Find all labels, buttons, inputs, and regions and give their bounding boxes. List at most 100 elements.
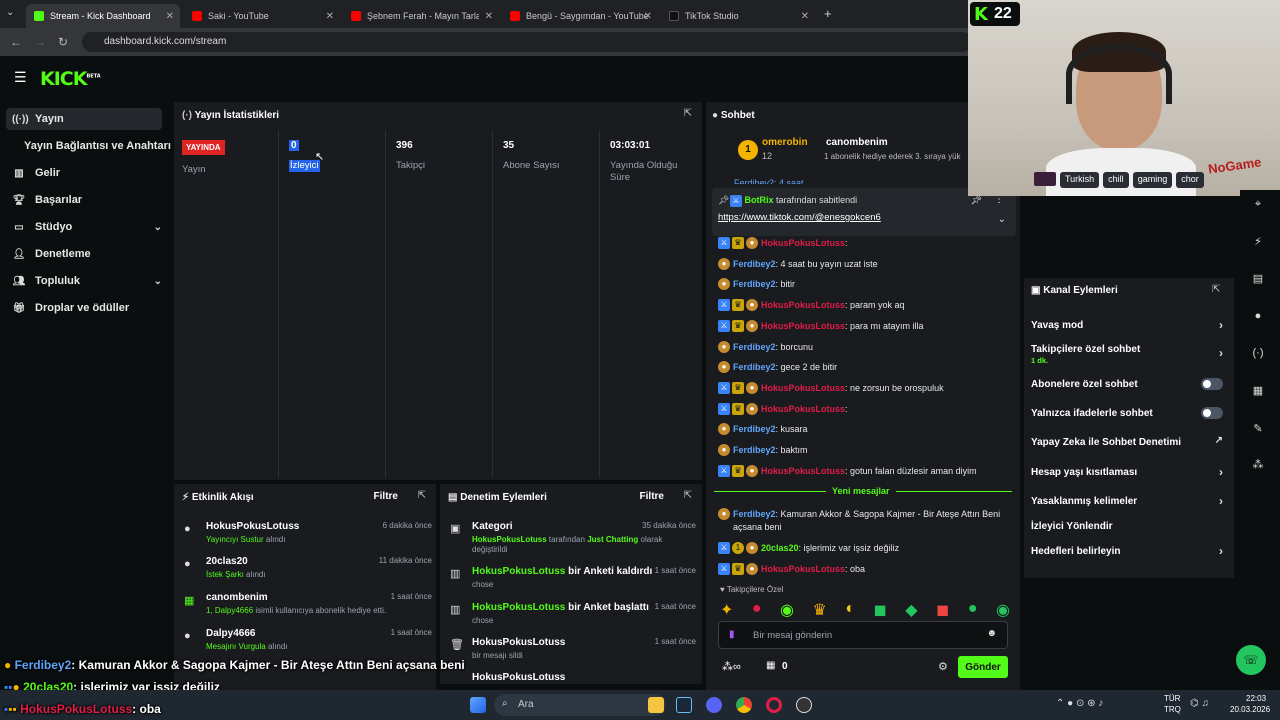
- sidebar-item-stream-key[interactable]: Yayın Bağlantısı ve Anahtarı: [24, 135, 171, 157]
- close-icon[interactable]: ✕: [644, 11, 652, 22]
- forward-arrow-icon[interactable]: →: [34, 35, 46, 49]
- chat-message[interactable]: ⚔ ♛ ● HokusPokusLotuss:: [718, 237, 848, 249]
- action-emotes-only[interactable]: Yalnızca ifadelerle sohbet: [1031, 407, 1227, 419]
- pin-icon[interactable]: 📌︎: [971, 195, 982, 206]
- popout-icon[interactable]: ⇱: [684, 108, 692, 119]
- hamburger-menu-icon[interactable]: ☰: [14, 69, 27, 86]
- emote-icon[interactable]: ✦: [720, 600, 733, 619]
- action-followers-only[interactable]: Takipçilere özel sohbet 1 dk. ›: [1031, 344, 1227, 365]
- action-subscribers-only[interactable]: Abonelere özel sohbet: [1031, 378, 1227, 390]
- discord-icon[interactable]: [706, 697, 722, 713]
- sidebar-item-stream[interactable]: ((·)) Yayın: [6, 108, 162, 130]
- tag[interactable]: Turkish: [1060, 172, 1100, 188]
- broadcast-icon[interactable]: (·): [1248, 347, 1268, 359]
- reload-icon[interactable]: ↻: [58, 35, 68, 49]
- chat-message[interactable]: ⚔ ♛ ● HokusPokusLotuss: gotun falan düzlesi…: [718, 464, 977, 477]
- tag[interactable]: gaming: [1132, 172, 1173, 188]
- chat-username[interactable]: HokusPokusLotuss: [761, 321, 845, 331]
- popout-icon[interactable]: ⇱: [684, 490, 692, 501]
- chat-username[interactable]: Ferdibey2: [733, 509, 776, 519]
- chat-bubble-icon[interactable]: ●: [1248, 310, 1268, 322]
- sidebar-item-achievements[interactable]: 🏆︎ Başarılar: [12, 189, 82, 211]
- kick-logo[interactable]: KICKBETA: [40, 68, 101, 90]
- send-button[interactable]: Gönder: [958, 656, 1008, 678]
- action-ai-moderation[interactable]: Yapay Zeka ile Sohbet Denetimi ↗: [1031, 435, 1227, 448]
- chat-username[interactable]: 20clas20: [761, 543, 799, 553]
- tab-sebnem-ferah[interactable]: Şebnem Ferah - Mayın Tarlası ( ✕: [343, 4, 499, 28]
- emote-icon[interactable]: ◉: [780, 600, 794, 619]
- folder-icon[interactable]: [648, 697, 664, 713]
- sidebar-item-revenue[interactable]: ▥ Gelir: [12, 162, 60, 184]
- chat-username[interactable]: HokusPokusLotuss: [761, 238, 845, 248]
- chat-message[interactable]: ● Ferdibey2: Kamuran Akkor & Sagopa Kajme…: [718, 508, 1000, 534]
- obs-icon[interactable]: [796, 697, 812, 713]
- document-icon[interactable]: ▤: [1248, 272, 1268, 285]
- chat-username[interactable]: Ferdibey2: [733, 342, 776, 352]
- action-slow-mode[interactable]: Yavaş mod ›: [1031, 318, 1227, 332]
- taskbar-search[interactable]: ⌕ Ara: [494, 694, 666, 716]
- close-icon[interactable]: ✕: [166, 11, 174, 22]
- sidebar-item-drops[interactable]: 🎁︎ Droplar ve ödüller: [12, 297, 130, 319]
- filter-button[interactable]: Filtre: [374, 491, 398, 502]
- emote-icon[interactable]: ●: [752, 600, 762, 617]
- action-account-age[interactable]: Hesap yaşı kısıtlaması ›: [1031, 465, 1227, 479]
- emote-icon[interactable]: ♛: [813, 600, 827, 619]
- network-volume-icons[interactable]: ⌬ ♫: [1190, 698, 1209, 709]
- tag[interactable]: chor: [1176, 172, 1204, 188]
- back-arrow-icon[interactable]: ←: [10, 35, 22, 49]
- chat-message[interactable]: ⚔ ♛ ● HokusPokusLotuss: oba: [718, 563, 865, 576]
- tab-tiktok-studio[interactable]: TikTok Studio ✕: [661, 4, 815, 28]
- url-field[interactable]: dashboard.kick.com/stream: [82, 32, 972, 52]
- windows-start-icon[interactable]: [470, 697, 486, 713]
- emote-icon[interactable]: ◐: [845, 600, 855, 617]
- chat-message[interactable]: ⚔ ♛ ● HokusPokusLotuss: para mı atayım illa: [718, 319, 924, 332]
- chevron-down-icon[interactable]: ⌄: [998, 214, 1006, 225]
- settings-gear-icon[interactable]: ⚙: [938, 660, 948, 673]
- popout-icon[interactable]: ⇱: [1212, 284, 1220, 295]
- chat-username[interactable]: HokusPokusLotuss: [761, 383, 845, 393]
- tray-icons[interactable]: ⌃ ● ⊙ ⊛ ♪: [1056, 698, 1103, 709]
- sidebar-item-moderation[interactable]: 👤︎ Denetleme: [12, 243, 91, 265]
- tab-list-icon[interactable]: ⌄: [6, 7, 14, 18]
- bolt-icon[interactable]: ⚡︎: [1248, 235, 1268, 248]
- chat-username[interactable]: HokusPokusLotuss: [761, 564, 845, 574]
- focus-icon[interactable]: ⌖: [1248, 198, 1268, 211]
- tag[interactable]: chill: [1103, 172, 1129, 188]
- chat-message[interactable]: ● Ferdibey2: borcunu: [718, 340, 813, 353]
- chat-username[interactable]: Ferdibey2: [733, 279, 776, 289]
- chat-username[interactable]: Ferdibey2: [733, 445, 776, 455]
- filter-button[interactable]: Filtre: [640, 491, 664, 502]
- tab-saki-youtube[interactable]: Saki - YouTube ✕: [184, 4, 340, 28]
- chat-username[interactable]: HokusPokusLotuss: [761, 404, 845, 414]
- action-banned-words[interactable]: Yasaklanmış kelimeler ›: [1031, 494, 1227, 508]
- chat-username[interactable]: HokusPokusLotuss: [761, 300, 845, 310]
- chat-message[interactable]: ● Ferdibey2: baktım: [718, 444, 808, 456]
- chat-message[interactable]: ⚔ ♛ ● HokusPokusLotuss: param yok aq: [718, 299, 905, 312]
- chat-username[interactable]: HokusPokusLotuss: [761, 466, 845, 476]
- emote-icon[interactable]: ●: [968, 600, 978, 617]
- chat-message[interactable]: ● Ferdibey2: bitir: [718, 278, 795, 291]
- steam-icon[interactable]: [676, 697, 692, 713]
- new-tab-icon[interactable]: +: [824, 6, 832, 21]
- tab-bengu[interactable]: Bengü - Saygımdan - YouTube ✕: [502, 4, 658, 28]
- chat-username[interactable]: Ferdibey2: [733, 362, 776, 372]
- emote-icon[interactable]: ◉: [996, 600, 1010, 619]
- chat-username[interactable]: Ferdibey2: [733, 259, 776, 269]
- list-icon[interactable]: ▦: [1248, 384, 1268, 397]
- chrome-icon[interactable]: [736, 697, 752, 713]
- toggle-switch[interactable]: [1201, 378, 1223, 390]
- toggle-switch[interactable]: [1201, 407, 1223, 419]
- close-icon[interactable]: ✕: [326, 11, 334, 22]
- wrench-icon[interactable]: ✎: [1248, 422, 1268, 435]
- clock-time[interactable]: 22:03: [1246, 694, 1266, 703]
- emote-icon[interactable]: ◼: [936, 600, 949, 619]
- pinned-link[interactable]: https://www.tiktok.com/@enesgokcen6: [718, 212, 881, 223]
- sidebar-item-community[interactable]: 👥︎ Topluluk ⌄: [12, 270, 162, 292]
- chat-message[interactable]: ● Ferdibey2: kusara: [718, 423, 808, 436]
- tab-kick-dashboard[interactable]: Stream - Kick Dashboard ✕: [26, 4, 180, 28]
- sidebar-item-studio[interactable]: ▭ Stüdyo ⌄: [12, 216, 162, 238]
- points-icon[interactable]: ⁂∞: [722, 660, 741, 673]
- language-indicator[interactable]: TÜR: [1164, 694, 1180, 703]
- chat-message[interactable]: ⚔ ♛ ● HokusPokusLotuss: ne zorsun be orospu…: [718, 381, 944, 394]
- chat-message[interactable]: ⚔ ♛ ● HokusPokusLotuss:: [718, 402, 848, 415]
